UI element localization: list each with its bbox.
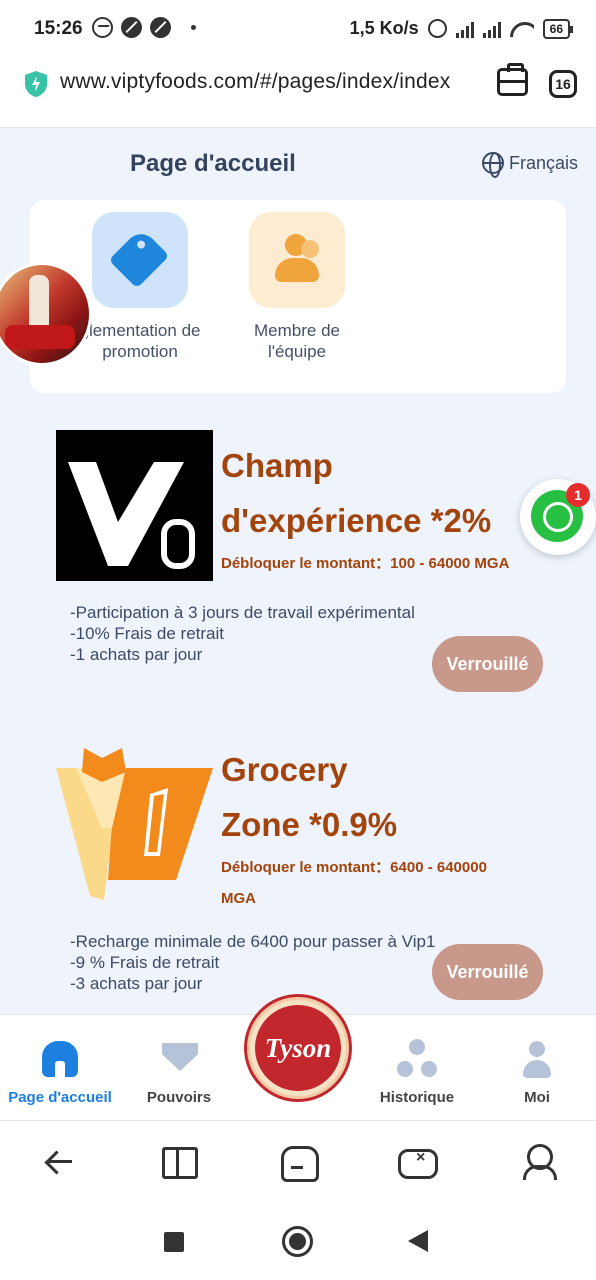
gamepad-icon[interactable] xyxy=(396,1143,438,1179)
signal-icon xyxy=(482,20,501,38)
status-right: 1,5 Ko/s 66 xyxy=(349,18,574,39)
more-notifications-icon xyxy=(191,25,196,30)
status-bar: 15:26 1,5 Ko/s 66 xyxy=(0,0,596,58)
vip-title: Champ xyxy=(221,447,333,484)
feature-line: -9 % Frais de retrait xyxy=(70,953,220,972)
browser-home-icon[interactable] xyxy=(278,1143,319,1182)
system-nav-bar xyxy=(0,1202,596,1280)
menu-item-label: promotion xyxy=(102,342,178,361)
person-icon xyxy=(523,1041,551,1079)
history-icon xyxy=(397,1039,437,1079)
page-content: Page d'accueil Français glementation de … xyxy=(0,128,596,1014)
page-title: Page d'accueil xyxy=(130,150,296,177)
vip0-logo xyxy=(56,430,213,581)
feature-line: -1 achats par jour xyxy=(70,645,203,664)
messenger-icon xyxy=(92,17,113,38)
whatsapp-button[interactable]: 1 xyxy=(520,479,596,555)
status-time: 15:26 xyxy=(34,18,83,39)
signal-icon xyxy=(455,20,474,38)
feature-line: -Participation à 3 jours de travail expé… xyxy=(70,603,415,622)
locked-button[interactable]: Verrouillé xyxy=(432,636,543,692)
battery-icon: 66 xyxy=(542,18,574,39)
tyson-logo: Tyson xyxy=(255,1005,341,1091)
vip-features: -Participation à 3 jours de travail expé… xyxy=(70,602,415,665)
shield-icon[interactable] xyxy=(24,70,48,98)
tab-label: Historique xyxy=(379,1089,455,1106)
browser-nav-bar xyxy=(0,1120,596,1202)
browser-address-bar: www.viptyfoods.com/#/pages/index/index 1… xyxy=(0,58,596,128)
vip-features: -Recharge minimale de 6400 pour passer à… xyxy=(70,931,435,994)
tab-me[interactable]: Moi xyxy=(478,1033,596,1106)
bookmarks-icon[interactable] xyxy=(158,1143,198,1179)
back-triangle-icon[interactable] xyxy=(408,1230,428,1252)
language-selector[interactable]: Français xyxy=(482,152,579,178)
language-label: Français xyxy=(509,152,579,173)
tab-label: Page d'accueil xyxy=(8,1089,112,1106)
promotion-tile xyxy=(92,212,188,308)
feature-line: -Recharge minimale de 6400 pour passer à… xyxy=(70,932,436,951)
menu-item-label: Membre de xyxy=(254,321,340,340)
wifi-icon xyxy=(510,20,534,38)
vip-title: Grocery xyxy=(221,751,348,788)
diamond-icon xyxy=(162,1043,198,1071)
globe-icon xyxy=(482,152,504,178)
team-icon-secondary xyxy=(301,240,319,258)
tag-icon xyxy=(108,227,170,289)
team-icon-body xyxy=(275,258,319,282)
tab-home[interactable]: Page d'accueil xyxy=(0,1033,120,1106)
unlock-amount: Débloquer le montant：100 - 64000 MGA xyxy=(221,555,510,572)
tab-label: Moi xyxy=(524,1089,550,1106)
center-logo-button[interactable]: Tyson xyxy=(244,994,352,1102)
notification-icons xyxy=(92,17,196,38)
quick-menu-card: glementation de promotion Membre de l'éq… xyxy=(30,200,566,393)
menu-item-label: l'équipe xyxy=(267,342,327,361)
feature-line: -3 achats par jour xyxy=(70,974,203,993)
recents-icon[interactable] xyxy=(164,1232,184,1252)
locked-button[interactable]: Verrouillé xyxy=(432,944,543,1000)
home-icon xyxy=(42,1041,78,1077)
notification-icon xyxy=(121,17,142,38)
url-field[interactable]: www.viptyfoods.com/#/pages/index/index xyxy=(60,70,450,94)
notification-icon xyxy=(150,17,171,38)
vip-title: Zone *0.9% xyxy=(221,806,398,843)
team-tile xyxy=(249,212,345,308)
tab-powers[interactable]: Pouvoirs xyxy=(121,1033,237,1106)
account-icon[interactable] xyxy=(518,1143,558,1180)
menu-item-team[interactable]: Membre de l'équipe xyxy=(232,212,362,362)
feature-line: -10% Frais de retrait xyxy=(70,624,224,643)
alarm-icon xyxy=(427,19,447,38)
vip1-logo xyxy=(56,748,213,900)
briefcase-icon[interactable] xyxy=(497,63,528,96)
back-arrow-icon[interactable] xyxy=(40,1143,80,1179)
tab-history[interactable]: Historique xyxy=(356,1033,478,1106)
home-circle-icon[interactable] xyxy=(282,1226,313,1257)
tab-count-button[interactable]: 16 xyxy=(549,70,577,98)
vip-title: d'expérience *2% xyxy=(221,502,492,539)
tab-label: Pouvoirs xyxy=(146,1089,212,1106)
network-speed: 1,5 Ko/s xyxy=(349,18,419,38)
unlock-amount-currency: MGA xyxy=(221,890,256,907)
notification-badge: 1 xyxy=(566,483,590,507)
unlock-amount: Débloquer le montant：6400 - 640000 xyxy=(221,859,487,876)
